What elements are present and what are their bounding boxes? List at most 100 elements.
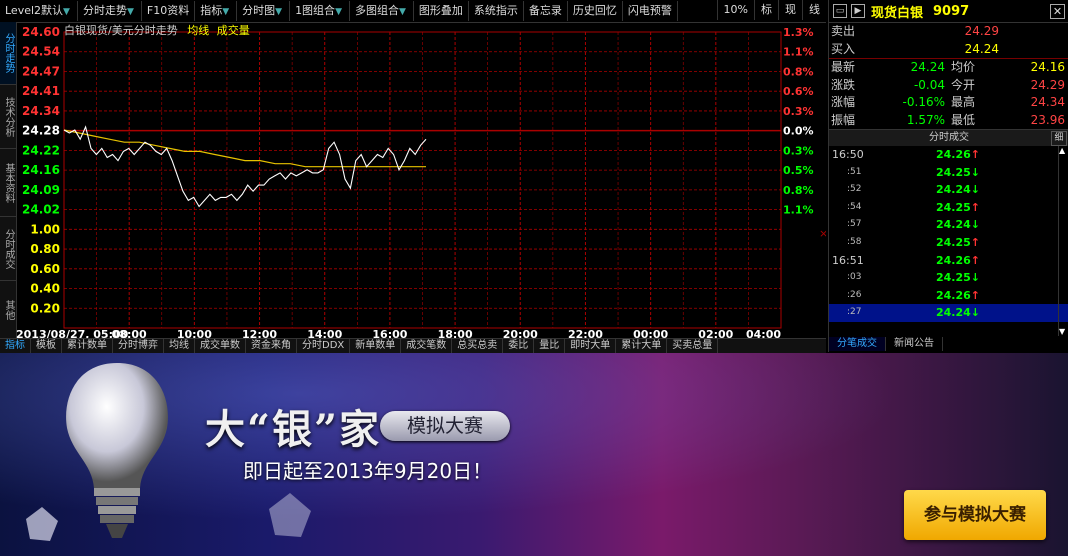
indicator-tab[interactable]: 分时DDX xyxy=(297,339,351,353)
quote-value: -0.04 xyxy=(913,77,945,92)
scroll-up-icon[interactable]: ▲ xyxy=(1059,146,1065,155)
trade-row[interactable]: :27 24.24↓ xyxy=(829,304,1068,322)
indicator-tab[interactable]: 累计大单 xyxy=(616,339,668,353)
dropdown-arrow-icon[interactable]: ▼ xyxy=(127,7,134,17)
toolbar-item[interactable]: 闪电预警 xyxy=(623,1,678,21)
y-tick-label: 24.09 xyxy=(22,183,60,197)
quote-label: 振幅 xyxy=(831,112,856,127)
dropdown-arrow-icon[interactable]: ▼ xyxy=(63,7,70,17)
arrow-down-icon: ↓ xyxy=(970,165,981,179)
toolbar-item-label: 指标 xyxy=(200,4,223,17)
dropdown-arrow-icon[interactable]: ▼ xyxy=(222,7,229,17)
indicator-tab[interactable]: 成交笔数 xyxy=(401,339,453,353)
trade-row[interactable]: :51 24.25↓ xyxy=(829,164,1068,182)
indicator-tab[interactable]: 量比 xyxy=(534,339,566,353)
y-tick-label: 1.00 xyxy=(30,222,60,236)
join-contest-button[interactable]: 参与模拟大赛 xyxy=(904,490,1046,540)
arrow-down-icon: ↓ xyxy=(970,306,981,320)
trade-price-value: 24.25 xyxy=(936,235,971,249)
buy-label: 买入 xyxy=(831,41,856,56)
trade-row[interactable]: :54 24.25↑ xyxy=(829,199,1068,217)
toolbar-item[interactable]: 指标▼ xyxy=(195,1,238,21)
toolbar-item[interactable]: 系统指示 xyxy=(469,1,524,21)
trade-time: 16:51 xyxy=(832,253,864,267)
y-right-tick-label: 0.3% xyxy=(783,105,814,118)
trade-row[interactable]: :58 24.25↑ xyxy=(829,234,1068,252)
toolbar-item-label: 分时走势 xyxy=(82,4,127,17)
indicator-tab[interactable]: 分时博弈 xyxy=(113,339,164,353)
toolbar-item[interactable]: 多图组合▼ xyxy=(350,1,414,21)
indicator-tab[interactable]: 总买总卖 xyxy=(452,339,504,353)
left-tab[interactable]: 基本资料 xyxy=(0,150,16,217)
left-tab[interactable]: 分时成交 xyxy=(0,218,16,281)
avg-line-label[interactable]: 均线 xyxy=(187,24,209,37)
trades-scrollbar[interactable]: ▲ ▼ xyxy=(1058,146,1067,336)
sell-label: 卖出 xyxy=(831,24,856,38)
toolbar-right-button[interactable]: 标 xyxy=(754,0,778,20)
trade-time: :54 xyxy=(847,201,862,212)
trade-time: :03 xyxy=(847,272,862,283)
indicator-tab[interactable]: 均线 xyxy=(164,339,195,353)
trades-list: 16:50 24.26↑:51 24.25↓:52 24.24↓:54 24.25↑:5… xyxy=(829,146,1068,322)
indicator-tab[interactable]: 累计数单 xyxy=(62,339,113,353)
toolbar-item-label: Level2默认 xyxy=(5,4,64,17)
trade-row[interactable]: 16:50 24.26↑ xyxy=(829,146,1068,164)
trade-price: 24.26↑ xyxy=(912,252,1051,270)
crystal-icon xyxy=(26,507,58,541)
trade-row[interactable]: :26 24.26↑ xyxy=(829,287,1068,305)
y-right-tick-label: 0.0% xyxy=(783,125,814,138)
quote-value: 24.34 xyxy=(1030,95,1065,109)
toolbar-item[interactable]: 图形叠加 xyxy=(414,1,469,21)
quote-bottom-tab[interactable]: 分笔成交 xyxy=(829,337,886,351)
play-icon[interactable]: ▶ xyxy=(851,4,865,18)
window-icon[interactable]: ▭ xyxy=(833,4,847,18)
toolbar-right-button[interactable]: 现 xyxy=(778,0,802,20)
indicator-tab[interactable]: 新单数单 xyxy=(350,339,402,353)
toolbar-item[interactable]: 1图组合▼ xyxy=(290,1,350,21)
indicator-tab[interactable]: 模板 xyxy=(31,339,62,353)
trade-price: 24.25↓ xyxy=(912,269,1051,287)
y-right-tick-label: 1.1% xyxy=(783,46,814,59)
dropdown-arrow-icon[interactable]: ▼ xyxy=(399,7,406,17)
dropdown-arrow-icon[interactable]: ▼ xyxy=(335,7,342,17)
left-tab[interactable]: 其他 xyxy=(0,282,16,339)
trade-row[interactable]: :57 24.24↓ xyxy=(829,216,1068,234)
quote-label: 涨幅 xyxy=(831,95,856,109)
trade-row[interactable]: 16:51 24.26↑ xyxy=(829,252,1068,270)
arrow-up-icon: ↑ xyxy=(970,148,981,161)
toolbar-right-button[interactable]: 10% xyxy=(716,0,754,20)
scroll-down-icon[interactable]: ▼ xyxy=(1059,327,1065,336)
indicator-tab[interactable]: 成交单数 xyxy=(195,339,246,353)
toolbar-item[interactable]: 备忘录 xyxy=(524,1,568,21)
y-tick-label: 0.40 xyxy=(30,282,60,296)
toolbar-item-label: 备忘录 xyxy=(528,4,562,17)
arrow-up-icon: ↑ xyxy=(970,235,981,249)
volume-label[interactable]: 成交量 xyxy=(217,24,250,37)
toolbar-right-button[interactable]: 线 xyxy=(802,0,826,20)
left-tab[interactable]: 技术分析 xyxy=(0,86,16,149)
indicator-tab[interactable]: 资金来角 xyxy=(246,339,297,353)
toolbar-item[interactable]: 分时走势▼ xyxy=(78,1,142,21)
quote-label: 均价 xyxy=(951,60,976,74)
arrow-down-icon: ↓ xyxy=(970,271,981,285)
toolbar-item[interactable]: Level2默认▼ xyxy=(0,1,78,21)
quote-panel: ▭ ▶ 现货白银 9097 ✕ 卖出 24.29 买入 24.24 最新 24.2… xyxy=(828,0,1068,352)
trade-price-value: 24.26 xyxy=(936,253,971,267)
indicator-tab[interactable]: 指标 xyxy=(0,339,31,353)
close-icon[interactable]: ✕ xyxy=(1050,4,1065,19)
promo-banner[interactable]: 大“银”家 模拟大赛 即日起至2013年9月20日！ 参与模拟大赛 xyxy=(0,353,1068,556)
toolbar-item[interactable]: 分时图▼ xyxy=(237,1,291,21)
trades-detail-button[interactable]: 细 xyxy=(1051,131,1067,146)
indicator-tab[interactable]: 委比 xyxy=(503,339,535,353)
toolbar-item[interactable]: F10资料 xyxy=(142,1,196,21)
indicator-tab[interactable]: 买卖总量 xyxy=(667,339,719,353)
intraday-chart[interactable]: 24.60 24.54 24.47 24.41 24.34 24.28 24.22 24.16… xyxy=(16,22,826,340)
trade-row[interactable]: :03 24.25↓ xyxy=(829,269,1068,287)
toolbar-item[interactable]: 历史回忆 xyxy=(568,1,623,21)
quote-bottom-tab[interactable]: 新闻公告 xyxy=(886,337,943,351)
dropdown-arrow-icon[interactable]: ▼ xyxy=(275,7,282,17)
trade-price: 24.26↑ xyxy=(912,287,1051,305)
trade-row[interactable]: :52 24.24↓ xyxy=(829,181,1068,199)
indicator-tab[interactable]: 即时大单 xyxy=(565,339,617,353)
left-tab[interactable]: 分时走势 xyxy=(0,22,16,85)
